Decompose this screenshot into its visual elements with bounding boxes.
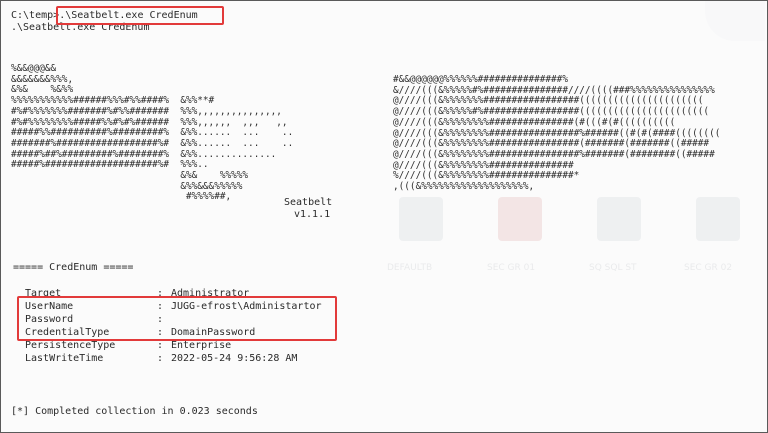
terminal-output[interactable]: C:\temp>.\Seatbelt.exe CredEnum .\Seatbe… <box>1 1 767 432</box>
result-key: PersistenceType <box>25 340 116 351</box>
result-value: Enterprise <box>171 340 232 351</box>
section-header: ===== CredEnum ===== <box>13 262 133 273</box>
tool-version: v1.1.1 <box>294 209 331 220</box>
prompt-path: C:\temp <box>11 10 54 21</box>
tool-name: Seatbelt <box>284 197 333 208</box>
terminal-window: DEFAULTB SEC GR 01 SQ SQL ST SEC GR 02 C… <box>0 0 768 433</box>
result-separator: : <box>157 340 164 351</box>
section-rule-right: ===== <box>103 262 134 273</box>
banner-art-left: %&&@@@&& &&&&&&&%%%, &%& %&%% %%%%%%%%%%… <box>11 63 294 203</box>
banner-art-right: #&&@@@@@@%%%%%%###############% &////(((… <box>393 74 721 193</box>
completion-message: [*] Completed collection in 0.023 second… <box>11 406 258 417</box>
highlight-box-command <box>56 6 224 25</box>
section-rule-left: ===== <box>13 262 44 273</box>
result-key: LastWriteTime <box>25 353 104 364</box>
highlight-box-credentials <box>17 296 337 341</box>
result-separator: : <box>157 353 164 364</box>
section-title: CredEnum <box>49 262 98 273</box>
result-value: 2022-05-24 9:56:28 AM <box>171 353 298 364</box>
